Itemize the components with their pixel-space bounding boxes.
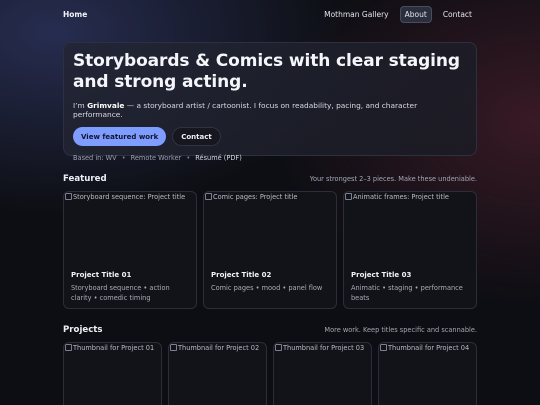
broken-image-icon — [380, 344, 387, 351]
hero-actions: View featured work Contact — [73, 127, 468, 146]
broken-image-icon — [205, 193, 212, 200]
remote-text: Remote Worker — [130, 154, 182, 162]
featured-card-desc: Comic pages • mood • panel flow — [211, 284, 323, 292]
featured-card-image: Comic pages: Project title — [204, 192, 336, 267]
featured-card-image: Storyboard sequence: Project title — [64, 192, 196, 267]
hero-lead: I’m Grimvale — a storyboard artist / car… — [73, 101, 468, 119]
meta-separator: • — [186, 154, 191, 162]
featured-card-desc: Animatic • staging • performance beats — [351, 284, 463, 302]
hero-panel: Storyboards & Comics with clear staging … — [63, 42, 477, 162]
hero-lead-prefix: I’m — [73, 101, 88, 110]
featured-subtitle: Your strongest 2–3 pieces. Make these un… — [309, 175, 477, 183]
hero-lead-suffix: — a storyboard artist / cartoonist. I fo… — [73, 101, 418, 119]
featured-card-body: Project Title 02 Comic pages • mood • pa… — [204, 267, 336, 299]
broken-image-icon — [275, 344, 282, 351]
nav-link-about[interactable]: About — [399, 5, 432, 23]
project-thumbnail[interactable]: Thumbnail for Project 04 — [378, 342, 477, 405]
featured-card-desc: Storyboard sequence • action clarity • c… — [71, 284, 170, 302]
meta-separator: • — [121, 154, 126, 162]
nav-link-contact[interactable]: Contact — [438, 6, 477, 23]
project-thumbnail-alt: Thumbnail for Project 03 — [283, 344, 365, 352]
project-thumbnail-alt: Thumbnail for Project 02 — [178, 344, 260, 352]
featured-card-image-alt: Animatic frames: Project title — [353, 193, 449, 201]
featured-card[interactable]: Comic pages: Project title Project Title… — [203, 191, 337, 309]
projects-subtitle: More work. Keep titles specific and scan… — [324, 326, 477, 334]
featured-card-image: Animatic frames: Project title — [344, 192, 476, 267]
resume-link[interactable]: Résumé (PDF) — [195, 154, 242, 162]
featured-card[interactable]: Storyboard sequence: Project title Proje… — [63, 191, 197, 309]
project-thumbnail[interactable]: Thumbnail for Project 02 — [168, 342, 267, 405]
featured-card-title: Project Title 02 — [211, 271, 272, 279]
nav-link-mothman-gallery[interactable]: Mothman Gallery — [319, 6, 394, 23]
contact-button[interactable]: Contact — [172, 127, 221, 146]
home-link[interactable]: Home — [63, 10, 87, 19]
projects-title: Projects — [63, 325, 103, 335]
broken-image-icon — [65, 344, 72, 351]
based-in-text: Based in: WV — [73, 154, 117, 162]
featured-card[interactable]: Animatic frames: Project title Project T… — [343, 191, 477, 309]
hero-artist-name: Grimvale — [87, 101, 125, 110]
featured-header: Featured Your strongest 2–3 pieces. Make… — [63, 174, 477, 184]
broken-image-icon — [65, 193, 72, 200]
featured-card-body: Project Title 01 Storyboard sequence • a… — [64, 267, 196, 308]
project-thumbnail-alt: Thumbnail for Project 04 — [388, 344, 470, 352]
top-nav: Home Mothman Gallery About Contact — [0, 0, 540, 28]
hero-title: Storyboards & Comics with clear staging … — [73, 51, 460, 92]
featured-card-image-alt: Comic pages: Project title — [213, 193, 298, 201]
project-thumbnail[interactable]: Thumbnail for Project 03 — [273, 342, 372, 405]
view-featured-work-button[interactable]: View featured work — [73, 127, 167, 146]
project-thumbnail[interactable]: Thumbnail for Project 01 — [63, 342, 162, 405]
broken-image-icon — [170, 344, 177, 351]
featured-card-image-alt: Storyboard sequence: Project title — [73, 193, 186, 201]
project-thumbnail-alt: Thumbnail for Project 01 — [73, 344, 155, 352]
broken-image-icon — [345, 193, 352, 200]
featured-card-title: Project Title 03 — [351, 271, 412, 279]
featured-card-body: Project Title 03 Animatic • staging • pe… — [344, 267, 476, 308]
projects-header: Projects More work. Keep titles specific… — [63, 325, 477, 335]
featured-card-title: Project Title 01 — [71, 271, 132, 279]
nav-links: Mothman Gallery About Contact — [319, 5, 477, 23]
hero-meta: Based in: WV • Remote Worker • Résumé (P… — [73, 154, 468, 162]
featured-title: Featured — [63, 174, 107, 184]
